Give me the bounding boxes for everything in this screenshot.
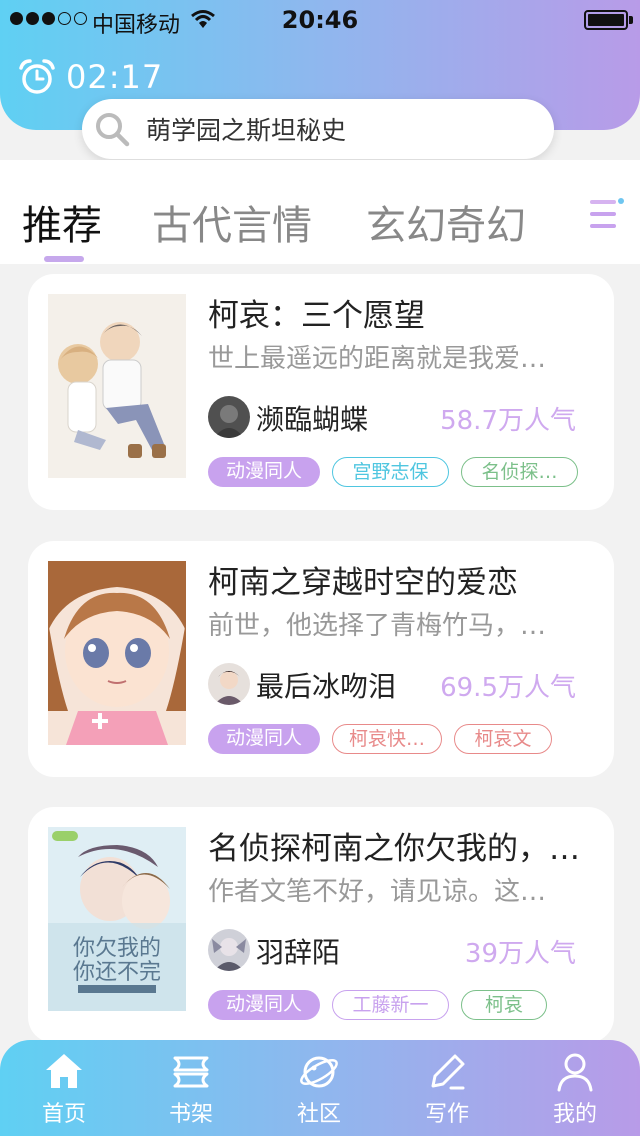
status-time: 20:46: [281, 6, 359, 34]
book-description: 前世，他选择了青梅竹马，…: [208, 611, 547, 641]
battery-icon: [584, 10, 628, 30]
book-card[interactable]: 柯哀：三个愿望 世上最遥远的距离就是我爱… 濒臨蝴蝶 58.7万人气 动漫同人 …: [28, 274, 614, 510]
nav-label: 书架: [168, 1102, 213, 1127]
svg-text:你还不完: 你还不完: [73, 960, 161, 985]
book-title[interactable]: 名侦探柯南之你欠我的，…: [208, 823, 580, 868]
book-description: 世上最遥远的距离就是我爱…: [208, 344, 547, 374]
book-title[interactable]: 柯南之穿越时空的爱恋: [208, 557, 518, 602]
author-name[interactable]: 最后冰吻泪: [256, 665, 396, 705]
tag-list: 动漫同人 柯哀快… 柯哀文: [208, 724, 552, 754]
bottom-navigation: 首页 书架 社区 写作 我的: [0, 1040, 640, 1136]
alarm-widget[interactable]: 02:17: [18, 58, 163, 96]
tag[interactable]: 柯哀文: [454, 724, 552, 754]
pencil-icon: [431, 1054, 465, 1090]
tag[interactable]: 动漫同人: [208, 724, 320, 754]
popularity-count: 39万人气: [464, 939, 576, 969]
category-menu-icon[interactable]: [588, 196, 628, 236]
tag[interactable]: 动漫同人: [208, 457, 320, 487]
tag-list: 动漫同人 宫野志保 名侦探…: [208, 457, 578, 487]
tag[interactable]: 动漫同人: [208, 990, 320, 1020]
category-tabs: 推荐 古代言情 玄幻奇幻: [0, 160, 640, 264]
tab-recommended[interactable]: 推荐: [22, 193, 102, 251]
author-name[interactable]: 濒臨蝴蝶: [256, 398, 368, 438]
status-bar: 中国移动 20:46: [0, 0, 640, 40]
cover-title-art: 你欠我的: [73, 936, 161, 961]
user-icon: [557, 1053, 593, 1092]
author-name[interactable]: 羽辞陌: [256, 931, 340, 971]
nav-profile[interactable]: 我的: [535, 1050, 615, 1128]
book-title[interactable]: 柯哀：三个愿望: [208, 290, 425, 335]
nav-bookshelf[interactable]: 书架: [151, 1050, 231, 1128]
book-description: 作者文笔不好，请见谅。这…: [208, 877, 547, 907]
tag[interactable]: 柯哀快…: [332, 724, 442, 754]
book-cover[interactable]: [48, 561, 186, 745]
nav-label: 写作: [424, 1102, 469, 1127]
search-placeholder: 萌学园之斯坦秘史: [146, 116, 347, 145]
tag-list: 动漫同人 工藤新一 柯哀: [208, 990, 547, 1020]
active-tab-indicator: [44, 256, 84, 262]
popularity-count: 58.7万人气: [440, 406, 576, 436]
nav-community[interactable]: 社区: [279, 1050, 359, 1128]
book-card[interactable]: 你欠我的 你还不完 名侦探柯南之你欠我的，… 作者文笔不好，请见谅。这… 羽辞陌…: [28, 807, 614, 1043]
nav-label: 我的: [552, 1102, 597, 1127]
tag[interactable]: 柯哀: [461, 990, 547, 1020]
book-card[interactable]: 柯南之穿越时空的爱恋 前世，他选择了青梅竹马，… 最后冰吻泪 69.5万人气 动…: [28, 541, 614, 777]
tab-ancient-romance[interactable]: 古代言情: [152, 193, 312, 251]
popularity-count: 69.5万人气: [440, 673, 576, 703]
author-avatar[interactable]: [208, 929, 250, 971]
book-cover[interactable]: 你欠我的 你还不完: [48, 827, 186, 1011]
alarm-clock-icon: [19, 59, 55, 94]
alarm-time: 02:17: [66, 58, 164, 96]
home-icon: [46, 1054, 82, 1088]
search-input[interactable]: 萌学园之斯坦秘史: [82, 99, 554, 159]
author-avatar[interactable]: [208, 663, 250, 705]
search-icon: [96, 113, 130, 147]
bookshelf-icon: [173, 1056, 209, 1088]
author-avatar[interactable]: [208, 396, 250, 438]
tab-fantasy[interactable]: 玄幻奇幻: [366, 193, 526, 251]
nav-label: 首页: [41, 1102, 86, 1127]
tag[interactable]: 宫野志保: [332, 457, 449, 487]
planet-icon: [300, 1056, 338, 1088]
nav-home[interactable]: 首页: [24, 1050, 104, 1128]
tag[interactable]: 工藤新一: [332, 990, 449, 1020]
nav-write[interactable]: 写作: [407, 1050, 487, 1128]
book-cover[interactable]: [48, 294, 186, 478]
tag[interactable]: 名侦探…: [461, 457, 578, 487]
nav-label: 社区: [296, 1102, 341, 1127]
